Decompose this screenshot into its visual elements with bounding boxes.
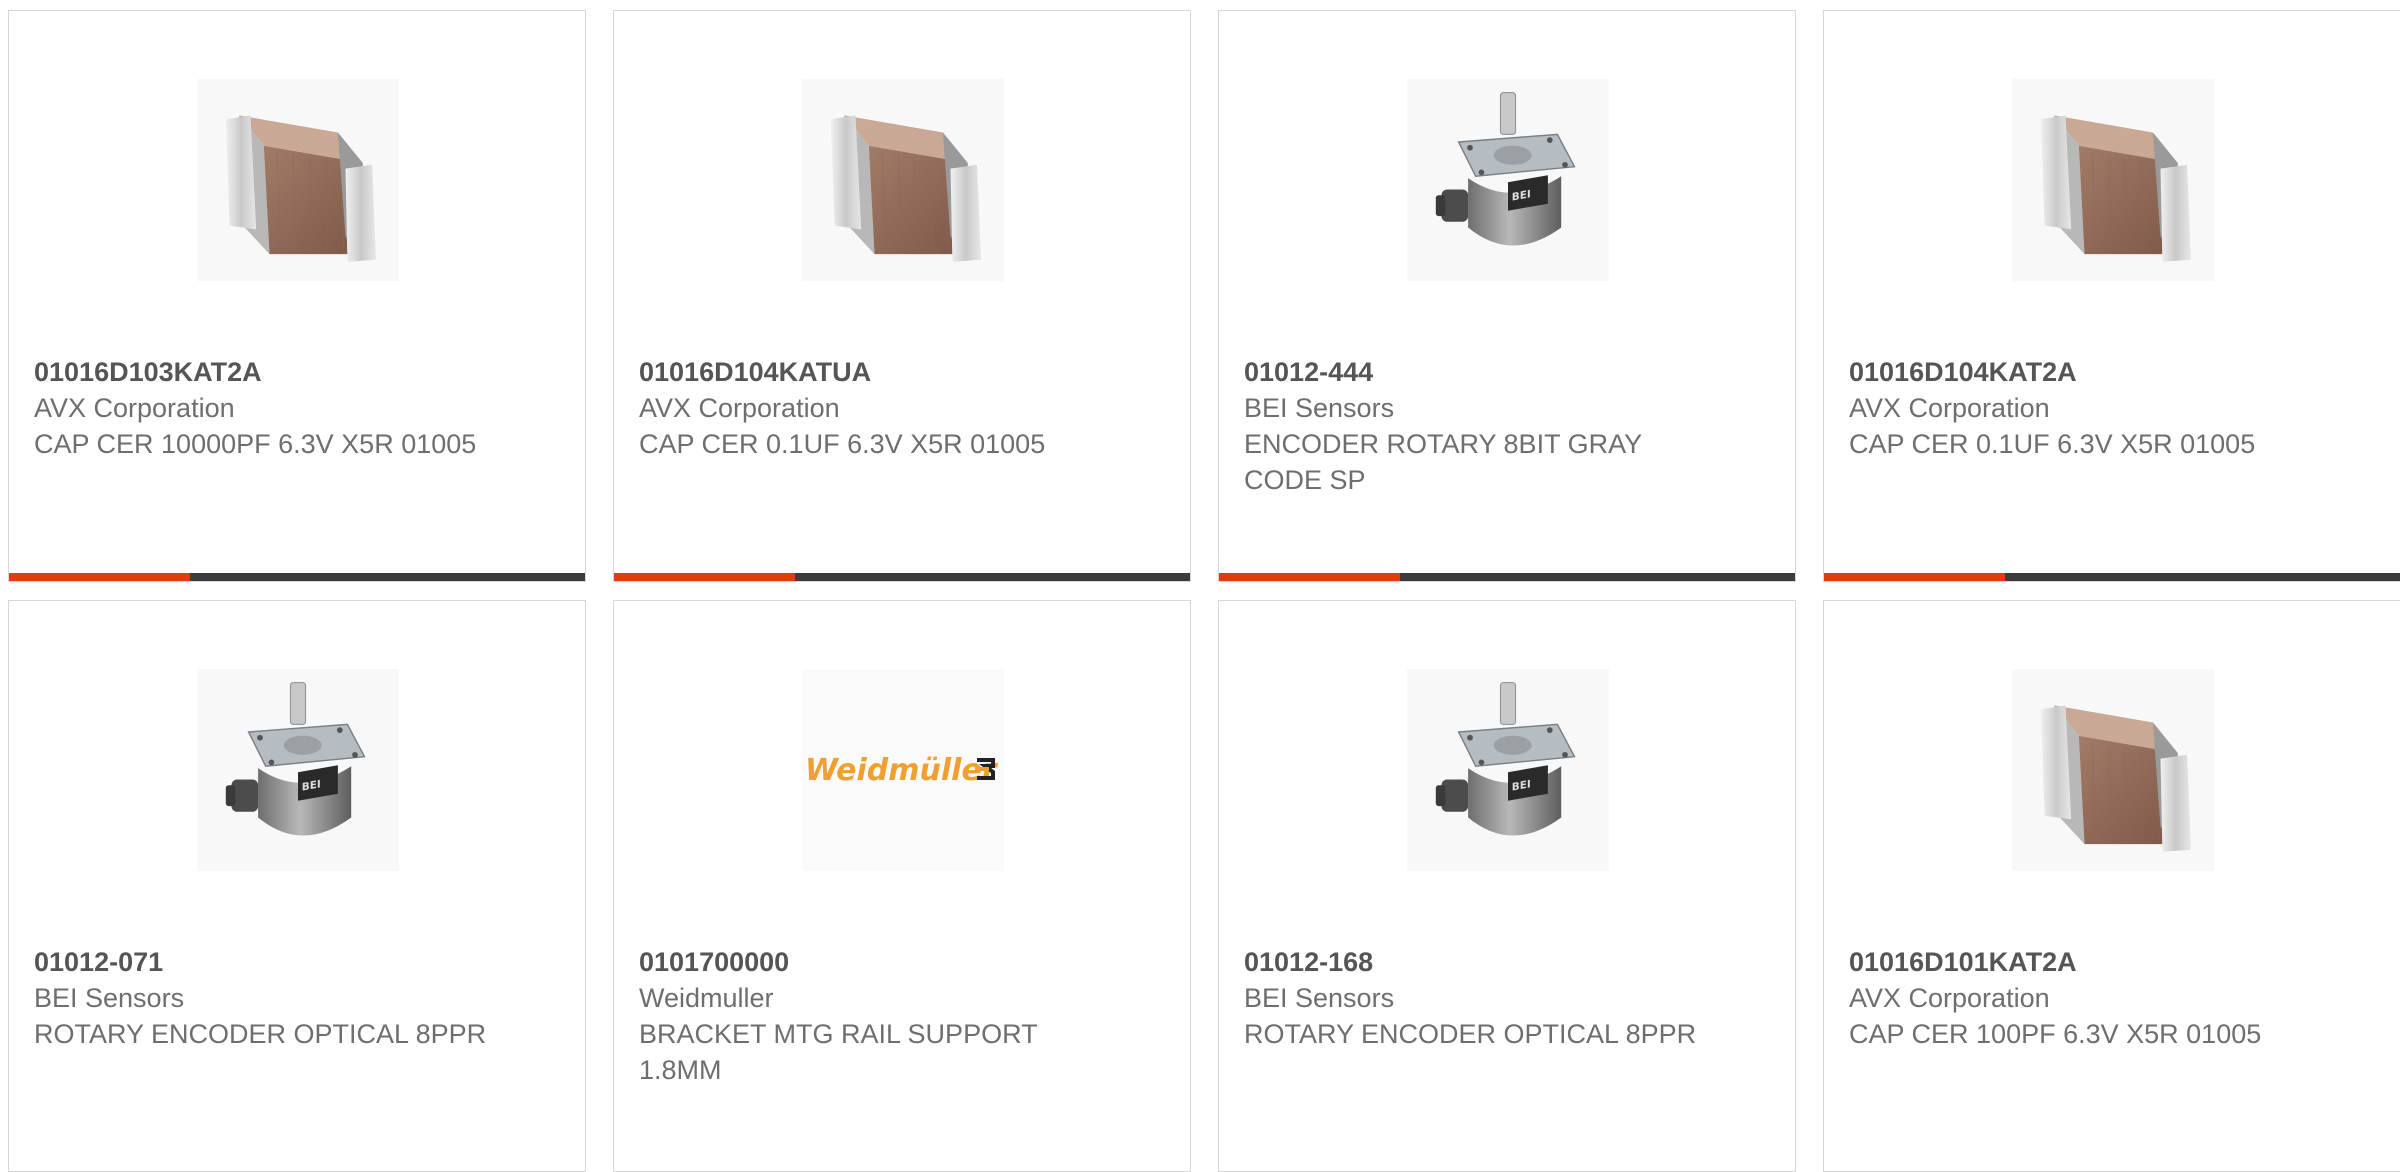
description: CAP CER 0.1UF 6.3V X5R 01005 [1849, 429, 2256, 459]
progress-fill [9, 573, 191, 581]
rotary-encoder-icon [1407, 669, 1609, 871]
progress-fill [1219, 573, 1401, 581]
product-card[interactable]: 01016D101KAT2A AVX Corporation CAP CER 1… [1823, 600, 2400, 1172]
rotary-encoder-icon [197, 669, 399, 871]
product-card[interactable]: 01016D104KAT2A AVX Corporation CAP CER 0… [1823, 10, 2400, 582]
card-progress-bar [1824, 573, 2400, 581]
manufacturer: AVX Corporation [34, 393, 235, 423]
product-info: 01012-168 BEI Sensors ROTARY ENCODER OPT… [1244, 944, 1724, 1052]
part-number[interactable]: 01016D104KAT2A [1849, 354, 2329, 390]
progress-fill [614, 573, 796, 581]
product-info: 01016D104KAT2A AVX Corporation CAP CER 0… [1849, 354, 2329, 462]
product-info: 01016D103KAT2A AVX Corporation CAP CER 1… [34, 354, 514, 462]
part-number[interactable]: 01016D101KAT2A [1849, 944, 2329, 980]
progress-fill [1824, 573, 2006, 581]
card-progress-bar [1219, 573, 1795, 581]
ceramic-capacitor-icon [2012, 669, 2214, 871]
manufacturer: BEI Sensors [1244, 393, 1395, 423]
weidmuller-logo: Weidmüller [802, 669, 1004, 871]
card-progress-bar [9, 573, 585, 581]
manufacturer: AVX Corporation [1849, 983, 2050, 1013]
product-info: 0101700000 Weidmuller BRACKET MTG RAIL S… [639, 944, 1119, 1088]
product-info: 01016D104KATUA AVX Corporation CAP CER 0… [639, 354, 1119, 462]
ceramic-capacitor-icon [2012, 79, 2214, 281]
description: ROTARY ENCODER OPTICAL 8PPR [34, 1019, 487, 1049]
product-card[interactable]: Weidmüller 0101700000 Weidmuller BRACKET… [613, 600, 1191, 1172]
part-number[interactable]: 01016D104KATUA [639, 354, 1119, 390]
ceramic-capacitor-icon [197, 79, 399, 281]
product-info: 01012-071 BEI Sensors ROTARY ENCODER OPT… [34, 944, 514, 1052]
part-number[interactable]: 01012-444 [1244, 354, 1724, 390]
description: ENCODER ROTARY 8BIT GRAY CODE SP [1244, 429, 1642, 495]
product-card[interactable]: 01012-444 BEI Sensors ENCODER ROTARY 8BI… [1218, 10, 1796, 582]
manufacturer: BEI Sensors [34, 983, 185, 1013]
description: ROTARY ENCODER OPTICAL 8PPR [1244, 1019, 1697, 1049]
part-number[interactable]: 0101700000 [639, 944, 1119, 980]
rotary-encoder-icon [1407, 79, 1609, 281]
description: CAP CER 10000PF 6.3V X5R 01005 [34, 429, 477, 459]
manufacturer: AVX Corporation [1849, 393, 2050, 423]
card-progress-bar [614, 573, 1190, 581]
description: CAP CER 100PF 6.3V X5R 01005 [1849, 1019, 2262, 1049]
weidmuller-logo-text: Weidmüller [805, 753, 999, 788]
product-card[interactable]: 01012-071 BEI Sensors ROTARY ENCODER OPT… [8, 600, 586, 1172]
product-info: 01012-444 BEI Sensors ENCODER ROTARY 8BI… [1244, 354, 1724, 498]
part-number[interactable]: 01012-071 [34, 944, 514, 980]
product-card[interactable]: 01016D103KAT2A AVX Corporation CAP CER 1… [8, 10, 586, 582]
product-card[interactable]: 01016D104KATUA AVX Corporation CAP CER 0… [613, 10, 1191, 582]
description: BRACKET MTG RAIL SUPPORT 1.8MM [639, 1019, 1038, 1085]
manufacturer: Weidmuller [639, 983, 774, 1013]
part-number[interactable]: 01016D103KAT2A [34, 354, 514, 390]
product-grid: 01016D103KAT2A AVX Corporation CAP CER 1… [8, 10, 2400, 1172]
product-card[interactable]: 01012-168 BEI Sensors ROTARY ENCODER OPT… [1218, 600, 1796, 1172]
part-number[interactable]: 01012-168 [1244, 944, 1724, 980]
product-info: 01016D101KAT2A AVX Corporation CAP CER 1… [1849, 944, 2329, 1052]
ceramic-capacitor-icon [802, 79, 1004, 281]
manufacturer: BEI Sensors [1244, 983, 1395, 1013]
description: CAP CER 0.1UF 6.3V X5R 01005 [639, 429, 1046, 459]
manufacturer: AVX Corporation [639, 393, 840, 423]
